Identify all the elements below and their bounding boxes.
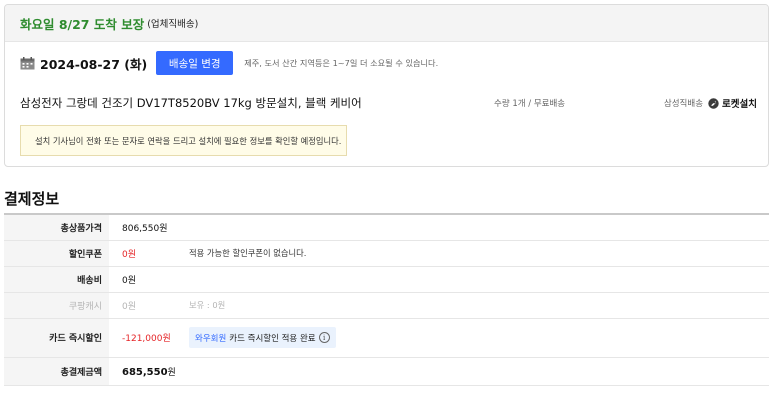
card-instant-discount: -121,000원 bbox=[109, 318, 185, 358]
payment-section-title: 결제정보 bbox=[4, 190, 60, 208]
product-quantity: 수량 1개 / 무료배송 bbox=[494, 99, 566, 109]
coupang-cash: 0원 bbox=[109, 292, 185, 319]
row-label: 배송비 bbox=[4, 266, 109, 293]
table-row: 총결제금액 685,550원 bbox=[4, 357, 769, 386]
wow-member-link[interactable]: 와우회원 bbox=[195, 332, 226, 344]
delivery-box: 화요일 8/27 도착 보장 (업체직배송) 2024-08-27 (화) 배송… bbox=[4, 4, 769, 167]
total-payment-unit: 원 bbox=[167, 367, 176, 378]
rocket-install-icon bbox=[708, 97, 719, 109]
info-icon[interactable]: i bbox=[318, 332, 330, 343]
delivery-header: 화요일 8/27 도착 보장 (업체직배송) bbox=[5, 5, 768, 42]
row-label: 총상품가격 bbox=[4, 214, 109, 241]
table-row: 배송비 0원 bbox=[4, 266, 769, 293]
shipping-fee: 0원 bbox=[109, 266, 185, 293]
cash-balance: 보유 : 0원 bbox=[185, 292, 769, 319]
delivery-type: (업체직배송) bbox=[147, 19, 199, 30]
table-row: 할인쿠폰 0원 적용 가능한 할인쿠폰이 없습니다. bbox=[4, 240, 769, 267]
calendar-icon bbox=[20, 56, 35, 69]
row-label: 카드 즉시할인 bbox=[4, 318, 109, 358]
delivery-date-row: 2024-08-27 (화) 배송일 변경 제주, 도서 산간 지역등은 1~7… bbox=[20, 51, 438, 75]
row-label: 총결제금액 bbox=[4, 357, 109, 386]
card-discount-chip: 와우회원 카드 즉시할인 적용 완료 i bbox=[189, 327, 336, 348]
arrival-guarantee: 화요일 8/27 도착 보장 bbox=[20, 16, 145, 32]
table-row: 쿠팡캐시 0원 보유 : 0원 bbox=[4, 292, 769, 319]
card-discount-status: 카드 즉시할인 적용 완료 bbox=[229, 333, 316, 344]
table-row: 카드 즉시할인 -121,000원 와우회원 카드 즉시할인 적용 완료 i bbox=[4, 318, 769, 358]
coupon-discount: 0원 bbox=[109, 240, 185, 267]
seller-info: 삼성직배송 로켓설치 bbox=[664, 96, 757, 110]
product-row: 삼성전자 그랑데 건조기 DV17T8520BV 17kg 방문설치, 블랙 케… bbox=[20, 95, 757, 111]
rocket-install-label: 로켓설치 bbox=[722, 99, 757, 110]
product-name: 삼성전자 그랑데 건조기 DV17T8520BV 17kg 방문설치, 블랙 케… bbox=[20, 96, 362, 110]
delivery-date: 2024-08-27 (화) bbox=[40, 56, 148, 72]
payment-table: 총상품가격 806,550원 할인쿠폰 0원 적용 가능한 할인쿠폰이 없습니다… bbox=[4, 213, 769, 386]
install-notice: 설치 기사님이 전화 또는 문자로 연락을 드리고 설치에 필요한 정보를 확인… bbox=[20, 125, 347, 156]
delivery-date-note: 제주, 도서 산간 지역등은 1~7일 더 소요될 수 있습니다. bbox=[244, 58, 439, 68]
row-label: 쿠팡캐시 bbox=[4, 292, 109, 319]
row-label: 할인쿠폰 bbox=[4, 240, 109, 267]
coupon-info: 적용 가능한 할인쿠폰이 없습니다. bbox=[185, 240, 769, 267]
seller-label: 삼성직배송 bbox=[663, 99, 704, 109]
total-product-price: 806,550원 bbox=[109, 214, 185, 241]
total-payment: 685,550원 bbox=[109, 357, 185, 386]
table-row: 총상품가격 806,550원 bbox=[4, 214, 769, 241]
total-payment-amount: 685,550 bbox=[122, 366, 168, 378]
change-delivery-date-button[interactable]: 배송일 변경 bbox=[156, 51, 234, 75]
